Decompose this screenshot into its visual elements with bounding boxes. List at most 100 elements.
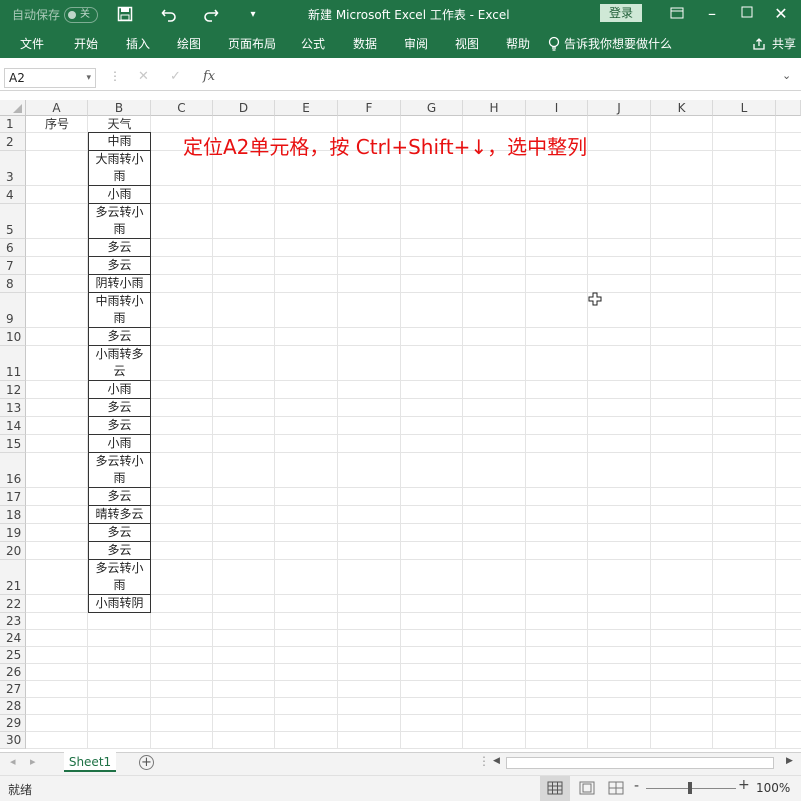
row-header-13[interactable]: 13 [0,399,26,417]
zoom-in-icon[interactable]: + [738,777,750,793]
maximize-icon[interactable] [738,6,756,24]
tab-view[interactable]: 视图 [455,30,479,58]
cell-b1-header[interactable]: 天气 [88,116,151,133]
row-header-7[interactable]: 7 [0,257,26,275]
redo-icon[interactable] [202,6,220,24]
tab-formulas[interactable]: 公式 [301,30,325,58]
row-header-5[interactable]: 5 [0,204,26,239]
row-header-14[interactable]: 14 [0,417,26,435]
tab-home[interactable]: 开始 [74,30,98,58]
column-header-g[interactable]: G [401,100,463,116]
cell-b22[interactable]: 小雨转阴 [88,595,151,613]
share-icon[interactable] [752,37,768,51]
cell-b14[interactable]: 多云 [88,417,151,435]
name-box[interactable]: A2 ▾ [4,68,96,88]
row-header-26[interactable]: 26 [0,664,26,681]
column-header-d[interactable]: D [213,100,275,116]
customize-toolbar-icon[interactable]: ▾ [246,6,260,24]
row-header-2[interactable]: 2 [0,133,26,151]
tab-file[interactable]: 文件 [20,30,44,58]
row-header-21[interactable]: 21 [0,560,26,595]
formula-input[interactable] [226,68,774,88]
expand-formula-bar-icon[interactable]: ⌄ [782,69,791,82]
row-header-18[interactable]: 18 [0,506,26,524]
row-header-29[interactable]: 29 [0,715,26,732]
tab-help[interactable]: 帮助 [506,30,530,58]
minimize-icon[interactable]: – [703,5,721,23]
row-header-19[interactable]: 19 [0,524,26,542]
row-header-8[interactable]: 8 [0,275,26,293]
normal-view-icon[interactable] [540,776,570,801]
cell-b18[interactable]: 晴转多云 [88,506,151,524]
hscroll-left-icon[interactable]: ◀ [493,756,500,766]
row-header-3[interactable]: 3 [0,151,26,186]
scroll-tabs-right-icon[interactable]: ▸ [30,755,36,768]
row-header-12[interactable]: 12 [0,381,26,399]
tab-page-layout[interactable]: 页面布局 [228,30,276,58]
cell-a1-header[interactable]: 序号 [26,116,88,133]
row-header-20[interactable]: 20 [0,542,26,560]
tab-draw[interactable]: 绘图 [177,30,201,58]
cell-b8[interactable]: 阴转小雨 [88,275,151,293]
cell-b13[interactable]: 多云 [88,399,151,417]
sheet-tab-sheet1[interactable]: Sheet1 [64,752,116,772]
cell-b15[interactable]: 小雨 [88,435,151,453]
row-header-30[interactable]: 30 [0,732,26,749]
undo-icon[interactable] [160,6,178,24]
row-header-15[interactable]: 15 [0,435,26,453]
row-header-27[interactable]: 27 [0,681,26,698]
row-header-16[interactable]: 16 [0,453,26,488]
column-header-e[interactable]: E [275,100,338,116]
row-header-17[interactable]: 17 [0,488,26,506]
cell-b19[interactable]: 多云 [88,524,151,542]
cell-b6[interactable]: 多云 [88,239,151,257]
cell-b9[interactable]: 中雨转小雨 [88,293,151,328]
tab-review[interactable]: 审阅 [404,30,428,58]
cell-b16[interactable]: 多云转小雨 [88,453,151,488]
cell-b21[interactable]: 多云转小雨 [88,560,151,595]
hscroll-right-icon[interactable]: ▶ [786,756,793,766]
zoom-out-icon[interactable]: - [634,778,639,794]
column-header-f[interactable]: F [338,100,401,116]
new-sheet-icon[interactable]: + [139,755,154,770]
cell-b5[interactable]: 多云转小雨 [88,204,151,239]
ribbon-display-options-icon[interactable] [668,6,686,24]
cell-b17[interactable]: 多云 [88,488,151,506]
row-header-6[interactable]: 6 [0,239,26,257]
cell-b3[interactable]: 大雨转小雨 [88,151,151,186]
row-header-11[interactable]: 11 [0,346,26,381]
column-header-i[interactable]: I [526,100,588,116]
row-header-4[interactable]: 4 [0,186,26,204]
scroll-tabs-left-icon[interactable]: ◂ [10,755,16,768]
page-layout-view-icon[interactable] [575,776,599,801]
column-header-a[interactable]: A [26,100,88,116]
row-header-9[interactable]: 9 [0,293,26,328]
cell-b11[interactable]: 小雨转多云 [88,346,151,381]
tab-data[interactable]: 数据 [353,30,377,58]
zoom-slider-thumb[interactable] [688,782,692,794]
cell-b20[interactable]: 多云 [88,542,151,560]
worksheet-grid[interactable]: ABCDEFGHIJKL 1 2 3 4 5 6 7 8 9 10 11 12 13 14 15 16 17 18… [0,100,801,752]
select-all-corner[interactable] [0,100,26,116]
splitter-handle-icon[interactable]: ⋮ [478,754,490,768]
cell-b10[interactable]: 多云 [88,328,151,346]
share-button[interactable]: 共享 [772,30,796,58]
column-header-h[interactable]: H [463,100,526,116]
login-button[interactable]: 登录 [600,4,642,22]
row-header-22[interactable]: 22 [0,595,26,613]
insert-function-icon[interactable]: fx [203,69,215,84]
cell-b7[interactable]: 多云 [88,257,151,275]
column-header-b[interactable]: B [88,100,151,116]
enter-icon[interactable]: ✓ [170,69,181,84]
save-icon[interactable] [116,6,134,24]
column-header-j[interactable]: J [588,100,651,116]
row-header-1[interactable]: 1 [0,116,26,133]
tell-me-search[interactable]: 告诉我你想要做什么 [564,30,672,58]
cell-b2[interactable]: 中雨 [88,133,151,151]
column-header-l[interactable]: L [713,100,776,116]
row-header-23[interactable]: 23 [0,613,26,630]
column-header-c[interactable]: C [151,100,213,116]
row-header-25[interactable]: 25 [0,647,26,664]
horizontal-scrollbar-thumb[interactable] [506,757,774,769]
column-header-k[interactable]: K [651,100,713,116]
